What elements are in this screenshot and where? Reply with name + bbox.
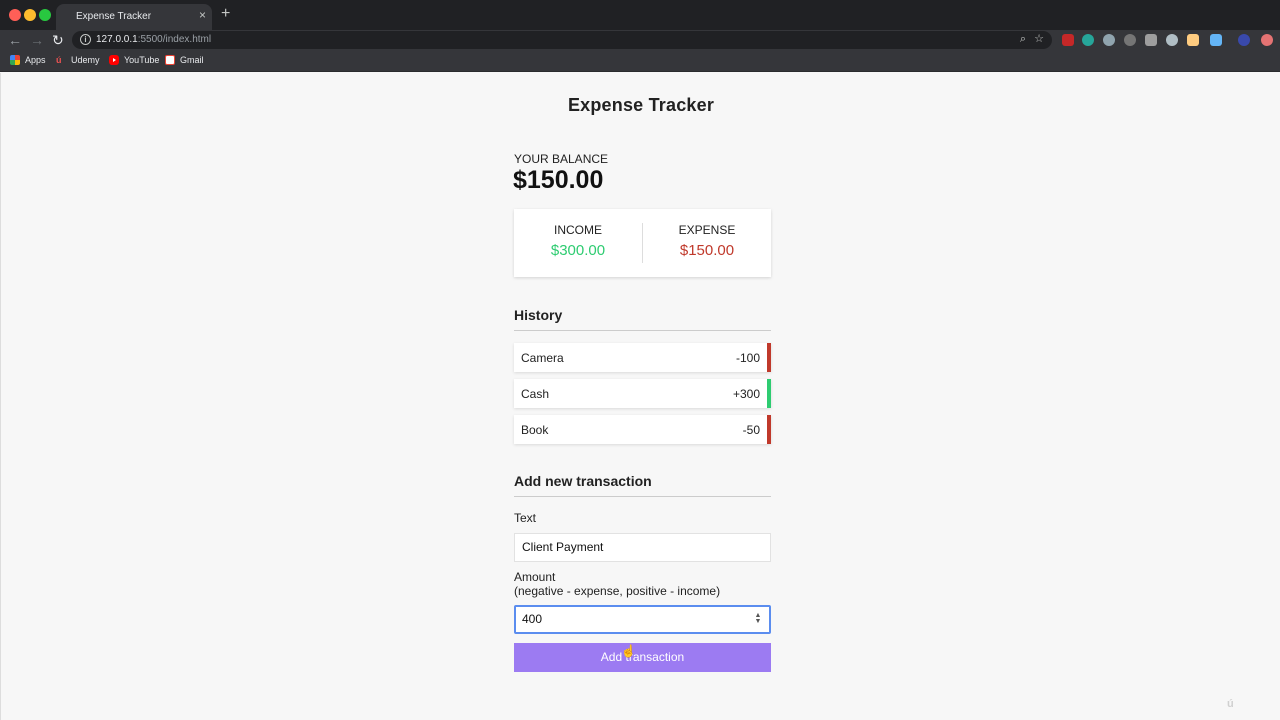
transaction-amount: -100: [735, 351, 760, 365]
tab-close-icon[interactable]: ×: [199, 8, 206, 22]
add-transaction-heading: Add new transaction: [514, 473, 652, 489]
text-input[interactable]: Client Payment: [514, 533, 771, 562]
bookmark-gmail[interactable]: Gmail: [165, 55, 204, 65]
transaction-list: Camera -100 Cash +300 Book -50: [514, 343, 771, 451]
extension-icon[interactable]: [1187, 34, 1199, 46]
forward-arrow-icon[interactable]: →: [30, 31, 44, 49]
reload-icon[interactable]: ↻: [52, 31, 64, 49]
gmail-icon: [165, 55, 175, 65]
bookmarks-bar: Apps ú Udemy YouTube Gmail: [0, 50, 1280, 72]
udemy-icon: ú: [56, 55, 62, 65]
transaction-amount: -50: [742, 423, 760, 437]
page-title: Expense Tracker: [567, 95, 715, 115]
amount-hint: (negative - expense, positive - income): [514, 584, 721, 598]
url-text[interactable]: 127.0.0.1:5500/index.html: [96, 34, 211, 45]
transaction-text: Camera: [521, 351, 564, 365]
expense-section: EXPENSE $150.00: [643, 209, 771, 277]
income-value: $300.00: [550, 242, 606, 259]
transaction-amount: +300: [732, 387, 760, 401]
pointer-cursor-icon: ☝: [621, 644, 636, 658]
youtube-icon: [109, 55, 119, 65]
history-divider: [514, 330, 771, 331]
income-label: INCOME: [554, 223, 602, 237]
number-spinner-icon[interactable]: ▲ ▼: [754, 612, 762, 626]
extension-icon[interactable]: [1062, 34, 1074, 46]
browser-titlebar: Expense Tracker × +: [0, 0, 1280, 30]
browser-toolbar: ← → ↻ i 127.0.0.1:5500/index.html ⌕ ☆: [0, 30, 1280, 50]
amount-input[interactable]: 400 ▲ ▼: [514, 605, 771, 634]
bookmark-label: Apps: [25, 55, 46, 65]
amount-label: Amount: [514, 570, 556, 584]
extension-icon[interactable]: [1210, 34, 1222, 46]
transaction-text: Book: [521, 423, 549, 437]
extension-icon[interactable]: [1082, 34, 1094, 46]
bookmark-youtube[interactable]: YouTube: [109, 55, 159, 65]
income-indicator: [767, 379, 771, 408]
back-arrow-icon[interactable]: ←: [8, 31, 22, 49]
income-expense-card: INCOME $300.00 EXPENSE $150.00: [514, 209, 771, 277]
expense-label: EXPENSE: [678, 223, 736, 237]
transaction-item[interactable]: Camera -100: [514, 343, 771, 372]
bookmark-label: Udemy: [71, 55, 100, 65]
history-heading: History: [514, 307, 563, 323]
extension-icon[interactable]: [1145, 34, 1157, 46]
page-viewport: Expense Tracker YOUR BALANCE $150.00 INC…: [0, 73, 1280, 720]
url-host: 127.0.0.1: [96, 34, 138, 45]
new-tab-button[interactable]: +: [221, 6, 230, 22]
add-transaction-button[interactable]: Add transaction: [514, 643, 771, 672]
extension-icon[interactable]: [1166, 34, 1178, 46]
income-section: INCOME $300.00: [514, 209, 642, 277]
extension-icon[interactable]: [1103, 34, 1115, 46]
apps-grid-icon: [10, 55, 20, 65]
profile-avatar-icon[interactable]: [1238, 34, 1250, 46]
text-field-label: Text: [514, 511, 537, 525]
add-transaction-divider: [514, 496, 771, 497]
close-window-button[interactable]: [9, 9, 21, 21]
expense-indicator: [767, 415, 771, 444]
bookmark-udemy[interactable]: ú Udemy: [56, 55, 100, 65]
bookmark-star-icon[interactable]: ☆: [1034, 33, 1044, 46]
maximize-window-button[interactable]: [39, 9, 51, 21]
url-path: :5500/index.html: [137, 34, 212, 45]
bookmark-label: Gmail: [180, 55, 204, 65]
address-bar[interactable]: i 127.0.0.1:5500/index.html ⌕ ☆: [72, 31, 1052, 49]
tab-title: Expense Tracker: [76, 11, 152, 22]
expense-value: $150.00: [679, 242, 735, 259]
transaction-text: Cash: [521, 387, 550, 401]
menu-icon[interactable]: [1261, 34, 1273, 46]
transaction-item[interactable]: Cash +300: [514, 379, 771, 408]
bookmark-label: YouTube: [124, 55, 160, 65]
amount-field-label: Amount (negative - expense, positive - i…: [514, 570, 720, 598]
udemy-watermark: ú: [1227, 698, 1234, 710]
zoom-icon[interactable]: ⌕: [1020, 33, 1026, 46]
transaction-item[interactable]: Book -50: [514, 415, 771, 444]
bookmark-apps[interactable]: Apps: [10, 55, 46, 65]
browser-tab[interactable]: Expense Tracker ×: [56, 4, 212, 30]
amount-value: 400: [522, 612, 543, 626]
balance-label: YOUR BALANCE: [514, 152, 609, 166]
site-info-icon[interactable]: i: [80, 34, 91, 45]
minimize-window-button[interactable]: [24, 9, 36, 21]
extension-icon[interactable]: [1124, 34, 1136, 46]
expense-indicator: [767, 343, 771, 372]
balance-value: $150.00: [513, 166, 604, 194]
